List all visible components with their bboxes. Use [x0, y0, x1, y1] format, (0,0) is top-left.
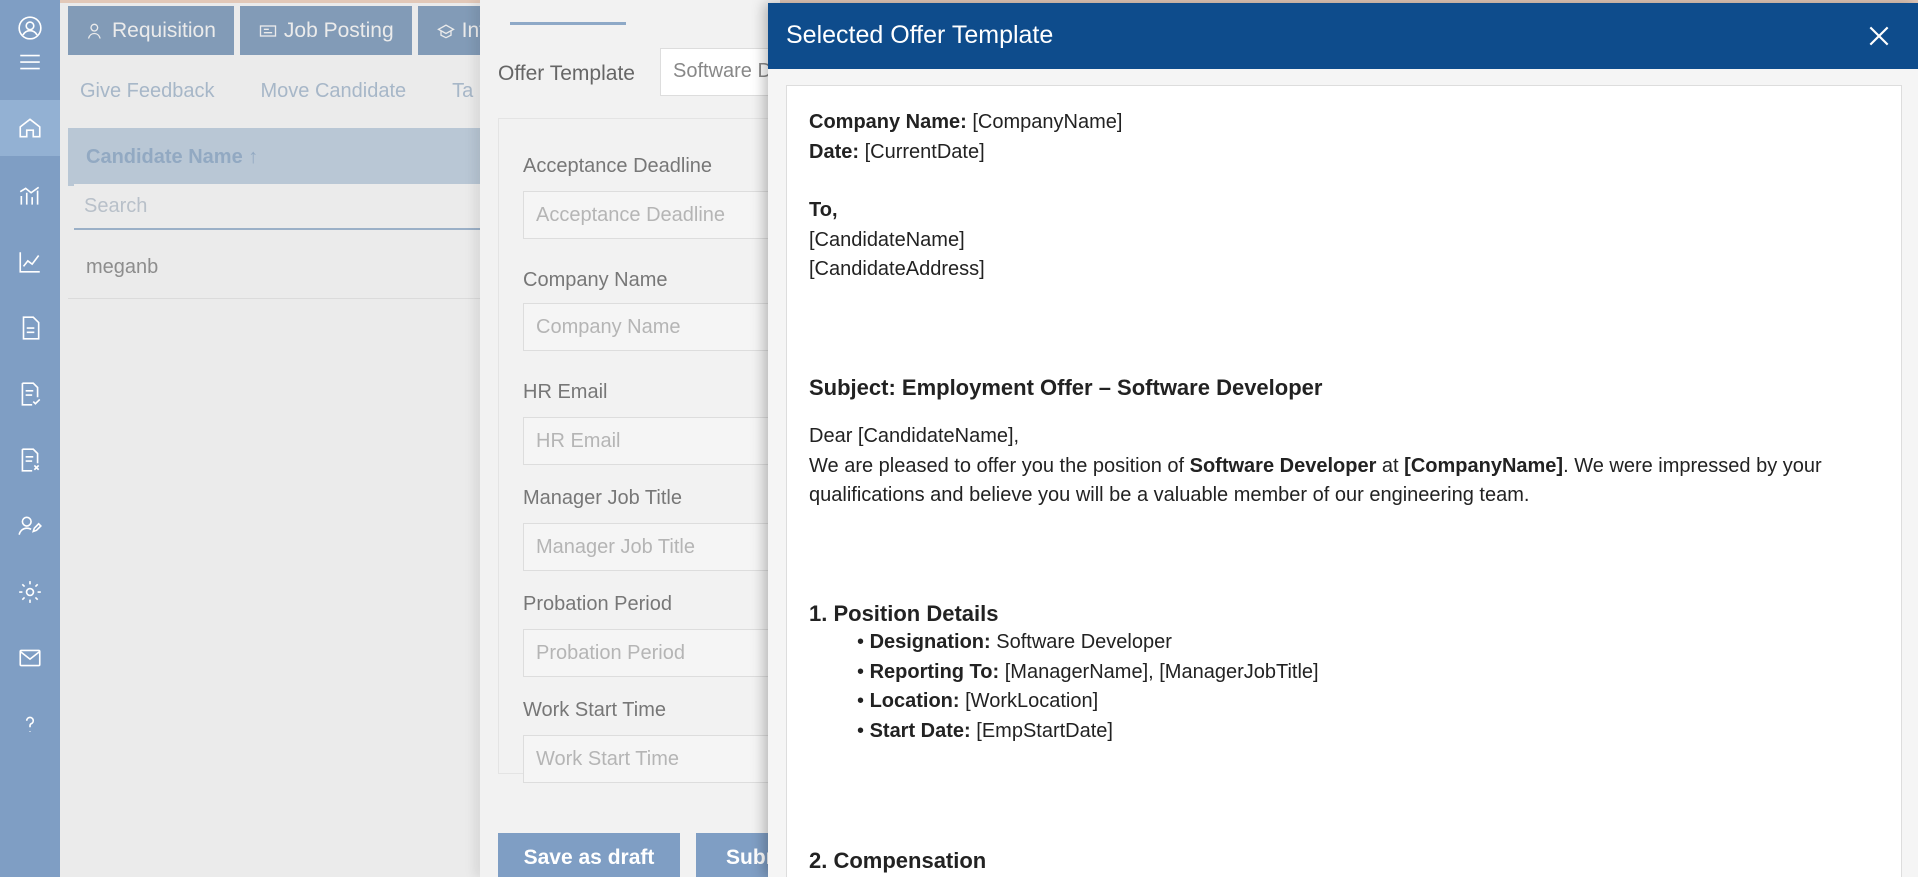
menu-icon[interactable] [0, 42, 60, 82]
document-icon[interactable] [0, 300, 60, 356]
hr-email-label: HR Email [523, 381, 608, 403]
offer-template-label: Offer Template [498, 62, 635, 85]
position-details-list: Designation: Software Developer Reportin… [809, 628, 1879, 746]
close-icon[interactable] [1866, 23, 1892, 49]
detail-label: Reporting To: [869, 660, 1000, 683]
line-chart-icon[interactable] [0, 234, 60, 290]
intro-company: [CompanyName] [1404, 454, 1564, 477]
settings-icon[interactable] [0, 564, 60, 620]
probation-period-label: Probation Period [523, 593, 672, 615]
intro-paragraph: We are pleased to offer you the position… [809, 452, 1879, 511]
detail-value: [EmpStartDate] [970, 719, 1113, 742]
to-label: To, [809, 199, 838, 221]
list-item: Designation: Software Developer [857, 628, 1879, 658]
offer-template-select[interactable]: Software D [660, 48, 780, 96]
mail-icon[interactable] [0, 630, 60, 686]
selected-offer-template-dialog: Selected Offer Template Company Name: [C… [768, 3, 1918, 877]
active-tab-underline [510, 22, 626, 25]
section-position-details: 1. Position Details [809, 600, 999, 626]
company-name-label: Company Name [523, 269, 668, 291]
help-icon[interactable] [0, 696, 60, 752]
company-line: Company Name: [CompanyName] [809, 108, 1879, 138]
save-as-draft-button[interactable]: Save as draft [498, 833, 680, 877]
icon-rail [0, 0, 60, 877]
list-item: Location: [WorkLocation] [857, 687, 1879, 717]
document-check-icon[interactable] [0, 366, 60, 422]
offer-form-panel: Offer Template Software D Acceptance Dea… [480, 0, 780, 877]
company-label: Company Name: [809, 111, 967, 133]
work-start-time-input[interactable]: Work Start Time [523, 735, 780, 783]
company-value: [CompanyName] [972, 111, 1123, 133]
work-start-time-label: Work Start Time [523, 699, 666, 721]
manager-job-title-label: Manager Job Title [523, 487, 682, 509]
detail-value: [WorkLocation] [959, 690, 1099, 712]
user-edit-icon[interactable] [0, 498, 60, 554]
date-value: [CurrentDate] [864, 140, 985, 163]
acceptance-deadline-label: Acceptance Deadline [523, 155, 713, 177]
detail-label: Designation: [869, 631, 991, 653]
greeting: Dear [CandidateName], [809, 425, 1020, 447]
bar-chart-icon[interactable] [0, 168, 60, 224]
hr-email-input[interactable]: HR Email [523, 417, 780, 465]
list-item: Reporting To: [ManagerName], [ManagerJob… [857, 658, 1879, 688]
intro-pre: We are pleased to offer you the position… [809, 454, 1190, 477]
detail-label: Start Date: [869, 719, 971, 742]
intro-mid: at [1376, 454, 1405, 477]
home-icon[interactable] [0, 100, 60, 156]
manager-job-title-input[interactable]: Manager Job Title [523, 523, 780, 571]
form-card: Acceptance Deadline Acceptance Deadline … [498, 118, 780, 783]
probation-period-input[interactable]: Probation Period [523, 629, 780, 677]
detail-value: [ManagerName], [ManagerJobTitle] [999, 660, 1319, 683]
document-reject-icon[interactable] [0, 432, 60, 488]
company-name-input[interactable]: Company Name [523, 303, 780, 351]
detail-value: Software Developer [990, 631, 1172, 653]
to-line: To, [809, 196, 1879, 226]
detail-label: Location: [869, 690, 960, 712]
list-item: Start Date: [EmpStartDate] [857, 717, 1879, 747]
dialog-header: Selected Offer Template [768, 3, 1918, 69]
dialog-title: Selected Offer Template [786, 21, 1054, 49]
candidate-address: [CandidateAddress] [809, 258, 985, 280]
date-line: Date: [CurrentDate] [809, 138, 1879, 168]
date-label: Date: [809, 140, 860, 163]
section-compensation: 2. Compensation [809, 848, 987, 873]
acceptance-deadline-input[interactable]: Acceptance Deadline [523, 191, 780, 239]
candidate-name: [CandidateName] [809, 228, 965, 251]
offer-letter-preview: Company Name: [CompanyName] Date: [Curre… [786, 85, 1902, 877]
subject-line: Subject: Employment Offer – Software Dev… [809, 374, 1323, 400]
intro-role: Software Developer [1189, 454, 1377, 477]
